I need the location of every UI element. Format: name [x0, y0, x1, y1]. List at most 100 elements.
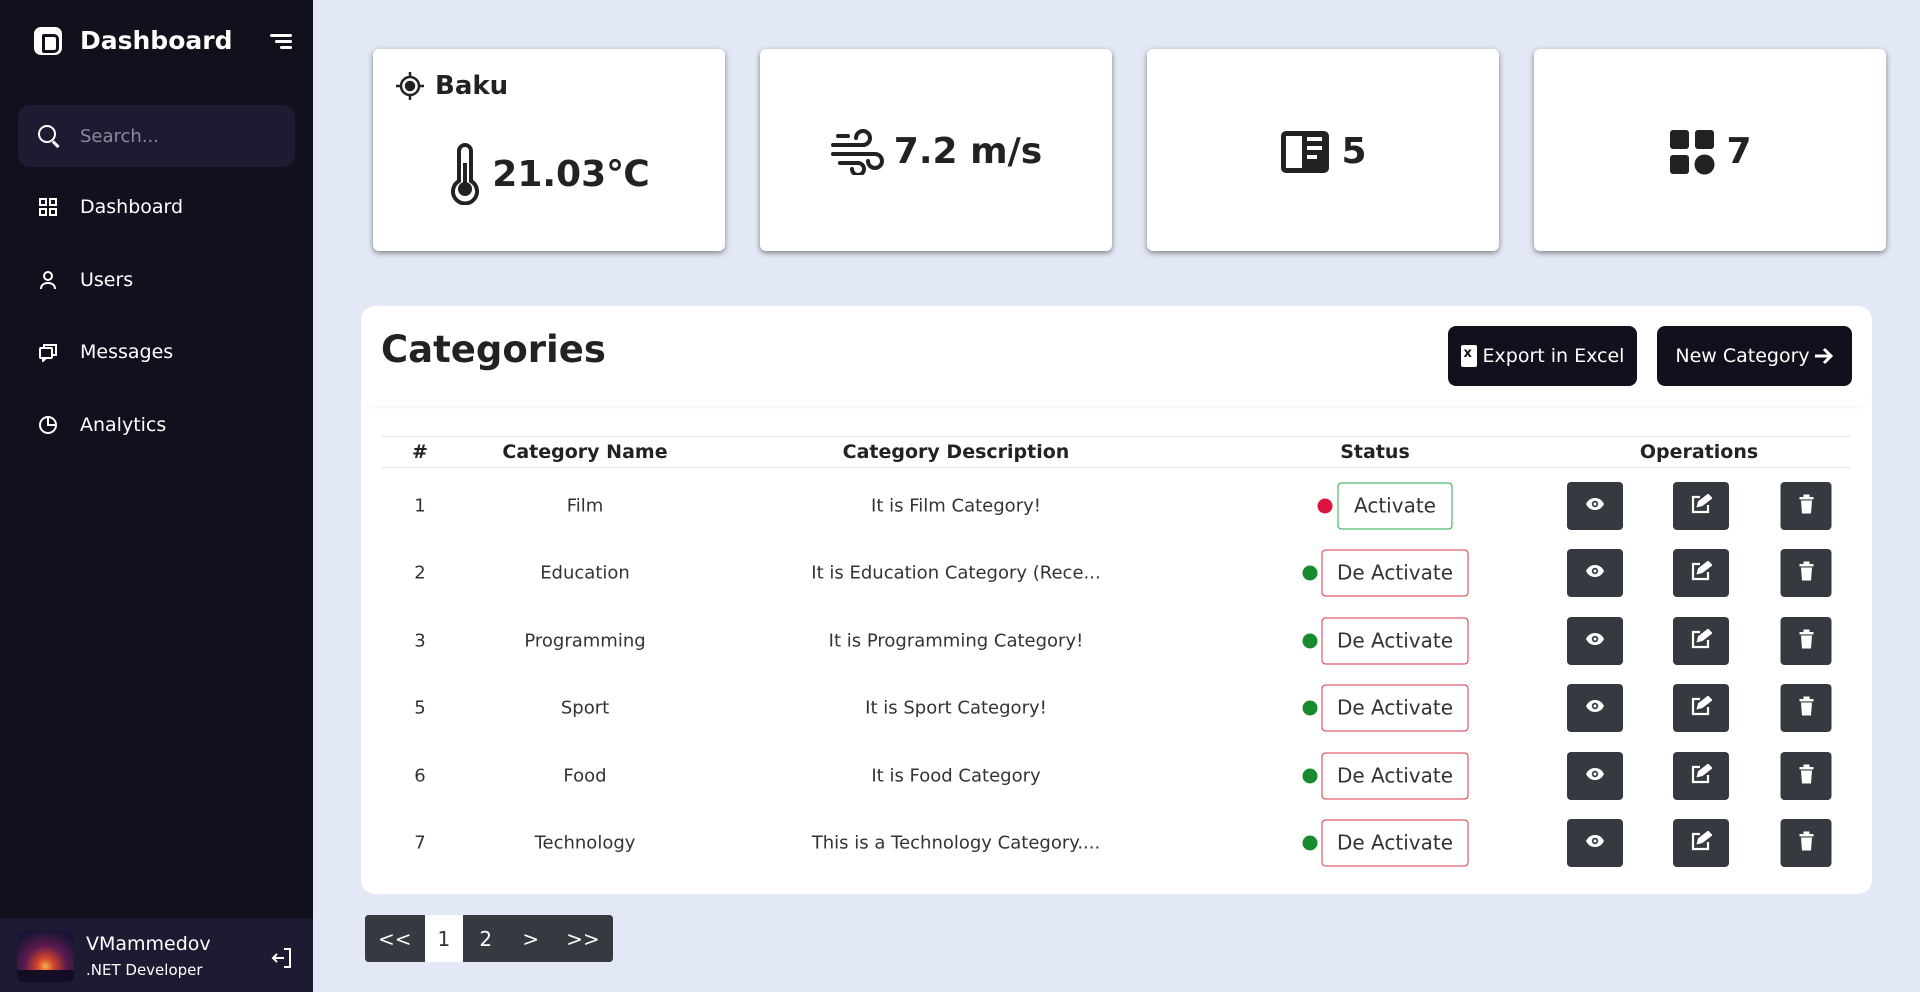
panel-header: Categories Export in Excel New Category — [361, 306, 1872, 406]
column-header-number: # — [412, 441, 428, 463]
view-button[interactable] — [1567, 481, 1623, 530]
chat-icon — [36, 340, 60, 364]
column-header-description: Category Description — [842, 441, 1070, 463]
articles-count-value: 5 — [1341, 131, 1367, 172]
pie-chart-icon — [36, 413, 60, 437]
user-icon — [36, 268, 60, 292]
view-button[interactable] — [1567, 751, 1623, 800]
view-button[interactable] — [1567, 683, 1623, 732]
edit-button[interactable] — [1673, 818, 1729, 867]
logout-icon[interactable] — [270, 946, 294, 970]
column-header-name: Category Name — [502, 441, 668, 463]
brand: Dashboard — [34, 26, 232, 55]
view-button[interactable] — [1567, 548, 1623, 597]
edit-button[interactable] — [1673, 683, 1729, 732]
row-number: 1 — [414, 495, 426, 516]
edit-icon — [1690, 763, 1713, 787]
row-number: 2 — [414, 562, 426, 583]
profile-role: .NET Developer — [86, 961, 203, 979]
next-page-button[interactable]: > — [508, 915, 554, 962]
first-page-button[interactable]: << — [365, 915, 425, 962]
table-header: # Category Name Category Description Sta… — [381, 436, 1851, 468]
edit-button[interactable] — [1673, 616, 1729, 665]
table-row: 6 Food It is Food Category De Activate — [381, 742, 1851, 809]
activate-button[interactable]: Activate — [1337, 482, 1453, 529]
blogger-logo-icon — [34, 26, 62, 55]
city-name: Baku — [435, 71, 509, 101]
pagination: << 1 2 > >> — [365, 915, 613, 962]
trash-icon — [1798, 494, 1814, 517]
trash-icon — [1798, 764, 1814, 787]
shapes-icon — [1670, 129, 1715, 174]
category-description: It is Film Category! — [871, 495, 1041, 516]
excel-file-icon — [1460, 345, 1477, 367]
edit-button[interactable] — [1673, 751, 1729, 800]
delete-button[interactable] — [1780, 751, 1832, 800]
edit-icon — [1690, 493, 1713, 517]
row-number: 7 — [414, 832, 426, 853]
edit-button[interactable] — [1673, 481, 1729, 530]
status-indicator — [1302, 633, 1318, 648]
brand-title: Dashboard — [80, 26, 233, 55]
user-profile: VMammedov .NET Developer — [0, 918, 313, 992]
new-category-button[interactable]: New Category — [1657, 326, 1852, 386]
temperature-value: 21.03℃ — [492, 153, 650, 195]
sidebar-item-label: Analytics — [80, 414, 167, 436]
deactivate-button[interactable]: De Activate — [1321, 752, 1469, 799]
status-indicator — [1302, 565, 1318, 580]
delete-button[interactable] — [1780, 616, 1832, 665]
page-2-button[interactable]: 2 — [463, 915, 509, 962]
deactivate-button[interactable]: De Activate — [1321, 617, 1469, 664]
delete-button[interactable] — [1780, 481, 1832, 530]
wind-speed-value: 7.2 m/s — [893, 131, 1043, 172]
deactivate-button[interactable]: De Activate — [1321, 819, 1469, 866]
deactivate-button[interactable]: De Activate — [1321, 549, 1469, 596]
menu-toggle-icon[interactable] — [270, 33, 292, 51]
sidebar: Dashboard Dashboard Users Messages Analy… — [0, 0, 313, 992]
search-input[interactable] — [80, 125, 280, 147]
sidebar-item-label: Dashboard — [80, 196, 184, 218]
edit-icon — [1690, 560, 1713, 584]
search-icon[interactable] — [36, 123, 62, 149]
column-header-status: Status — [1340, 441, 1410, 463]
delete-button[interactable] — [1780, 683, 1832, 732]
view-button[interactable] — [1567, 616, 1623, 665]
avatar — [17, 930, 74, 982]
export-excel-button[interactable]: Export in Excel — [1448, 326, 1637, 386]
status-indicator — [1302, 835, 1318, 850]
trash-icon — [1798, 696, 1814, 719]
grid-icon — [36, 195, 60, 219]
table-row: 1 Film It is Film Category! Activate — [381, 472, 1851, 539]
sidebar-item-analytics[interactable]: Analytics — [36, 413, 166, 437]
last-page-button[interactable]: >> — [553, 915, 613, 962]
categories-count-card: 7 — [1534, 49, 1886, 251]
thermometer-icon — [451, 143, 480, 205]
edit-button[interactable] — [1673, 548, 1729, 597]
view-button[interactable] — [1567, 818, 1623, 867]
weather-temperature-card: Baku 21.03℃ — [373, 49, 725, 251]
page-1-button[interactable]: 1 — [424, 915, 464, 962]
eye-icon — [1585, 632, 1605, 649]
category-name: Film — [566, 495, 604, 516]
edit-icon — [1690, 695, 1713, 719]
row-number: 5 — [414, 697, 426, 718]
arrow-right-icon — [1814, 347, 1833, 365]
eye-icon — [1585, 767, 1605, 784]
location-crosshair-icon — [396, 72, 424, 100]
sidebar-item-users[interactable]: Users — [36, 268, 133, 292]
eye-icon — [1585, 564, 1605, 581]
category-name: Sport — [560, 697, 610, 718]
delete-button[interactable] — [1780, 548, 1832, 597]
category-description: This is a Technology Category.... — [811, 832, 1101, 853]
eye-icon — [1585, 497, 1605, 514]
page-title: Categories — [381, 328, 606, 371]
deactivate-button[interactable]: De Activate — [1321, 684, 1469, 731]
export-excel-label: Export in Excel — [1482, 345, 1625, 367]
status-indicator — [1317, 498, 1333, 513]
sidebar-item-messages[interactable]: Messages — [36, 340, 173, 364]
sidebar-item-dashboard[interactable]: Dashboard — [36, 195, 183, 219]
column-header-operations: Operations — [1639, 441, 1759, 463]
profile-name: VMammedov — [86, 933, 211, 955]
category-description: It is Education Category (Rece... — [811, 562, 1101, 583]
delete-button[interactable] — [1780, 818, 1832, 867]
